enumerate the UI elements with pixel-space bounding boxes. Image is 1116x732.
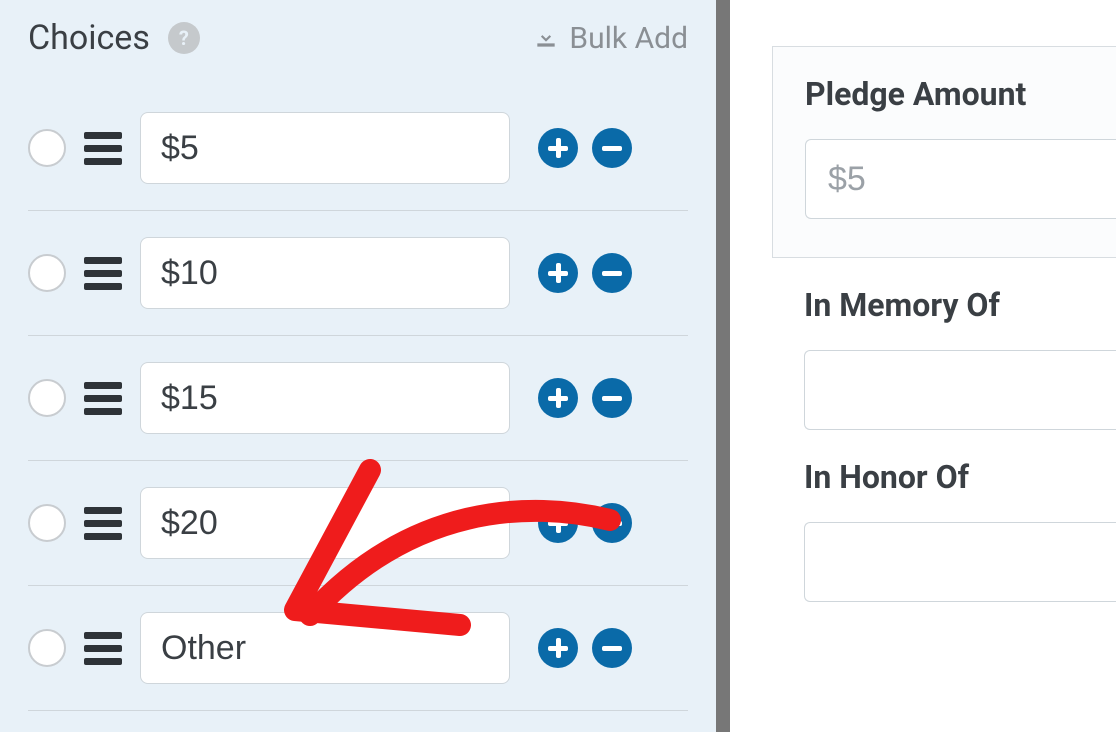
section-title: Choices xyxy=(28,18,150,58)
row-actions xyxy=(538,253,632,293)
form-preview-panel: Pledge Amount In Memory Of In Honor Of xyxy=(730,0,1116,732)
default-radio[interactable] xyxy=(28,379,66,417)
bulk-add-button[interactable]: Bulk Add xyxy=(533,21,688,56)
plus-icon xyxy=(548,263,568,283)
field-label: In Honor Of xyxy=(804,458,1116,496)
add-choice-button[interactable] xyxy=(538,503,578,543)
default-radio[interactable] xyxy=(28,129,66,167)
add-choice-button[interactable] xyxy=(538,378,578,418)
honor-field-group: In Honor Of xyxy=(772,430,1116,602)
row-actions xyxy=(538,378,632,418)
choice-value-input[interactable] xyxy=(140,112,510,184)
minus-icon xyxy=(602,646,622,651)
default-radio[interactable] xyxy=(28,629,66,667)
panel-header: Choices ? Bulk Add xyxy=(28,18,688,58)
remove-choice-button[interactable] xyxy=(592,628,632,668)
memory-field-group: In Memory Of xyxy=(772,258,1116,430)
choice-row xyxy=(28,336,688,461)
default-radio[interactable] xyxy=(28,504,66,542)
default-radio[interactable] xyxy=(28,254,66,292)
choice-value-input[interactable] xyxy=(140,237,510,309)
plus-icon xyxy=(548,388,568,408)
row-actions xyxy=(538,503,632,543)
pledge-amount-select[interactable] xyxy=(805,139,1116,219)
remove-choice-button[interactable] xyxy=(592,378,632,418)
remove-choice-button[interactable] xyxy=(592,253,632,293)
remove-choice-button[interactable] xyxy=(592,128,632,168)
plus-icon xyxy=(548,138,568,158)
add-choice-button[interactable] xyxy=(538,253,578,293)
download-icon xyxy=(533,25,559,51)
drag-handle-icon[interactable] xyxy=(84,382,122,415)
help-icon[interactable]: ? xyxy=(168,22,200,54)
row-actions xyxy=(538,128,632,168)
in-honor-of-input[interactable] xyxy=(804,522,1116,602)
add-choice-button[interactable] xyxy=(538,628,578,668)
choice-row xyxy=(28,211,688,336)
drag-handle-icon[interactable] xyxy=(84,132,122,165)
in-memory-of-input[interactable] xyxy=(804,350,1116,430)
choice-value-input[interactable] xyxy=(140,487,510,559)
choice-value-input[interactable] xyxy=(140,612,510,684)
pledge-amount-card: Pledge Amount xyxy=(772,46,1116,258)
remove-choice-button[interactable] xyxy=(592,503,632,543)
choice-value-input[interactable] xyxy=(140,362,510,434)
choice-row xyxy=(28,586,688,711)
minus-icon xyxy=(602,521,622,526)
choice-row xyxy=(28,86,688,211)
plus-icon xyxy=(548,638,568,658)
minus-icon xyxy=(602,146,622,151)
drag-handle-icon[interactable] xyxy=(84,257,122,290)
add-choice-button[interactable] xyxy=(538,128,578,168)
row-actions xyxy=(538,628,632,668)
choice-row xyxy=(28,461,688,586)
field-label: In Memory Of xyxy=(804,286,1116,324)
minus-icon xyxy=(602,271,622,276)
field-label: Pledge Amount xyxy=(805,75,1116,113)
drag-handle-icon[interactable] xyxy=(84,632,122,665)
bulk-add-label: Bulk Add xyxy=(569,21,688,56)
drag-handle-icon[interactable] xyxy=(84,507,122,540)
header-left: Choices ? xyxy=(28,18,200,58)
plus-icon xyxy=(548,513,568,533)
minus-icon xyxy=(602,396,622,401)
choices-editor-panel: Choices ? Bulk Add xyxy=(0,0,730,732)
